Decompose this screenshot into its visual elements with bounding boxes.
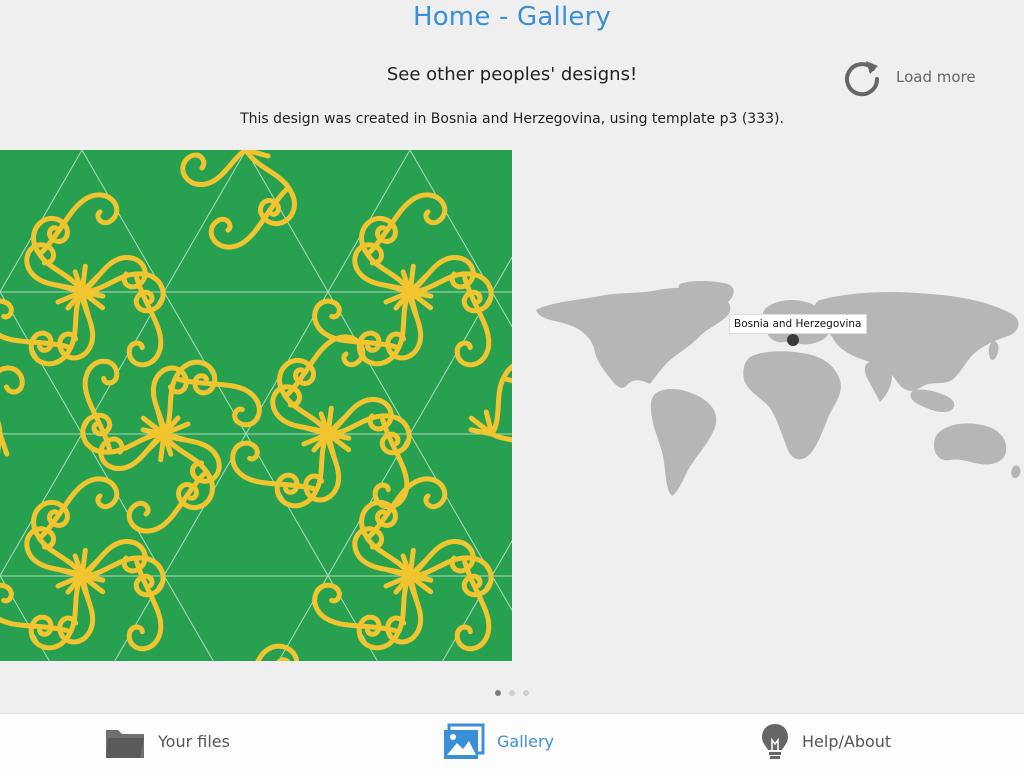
tab-label: Gallery <box>497 732 554 751</box>
design-pattern <box>0 150 512 661</box>
japan-shape <box>988 341 999 360</box>
gallery-icon <box>444 723 485 759</box>
tab-help-about[interactable]: Help/About <box>760 714 891 769</box>
tab-gallery[interactable]: Gallery <box>443 714 554 769</box>
tab-your-files[interactable]: Your files <box>104 714 230 769</box>
page-dot[interactable] <box>509 690 515 696</box>
location-marker <box>787 334 799 346</box>
load-more-label: Load more <box>896 68 976 86</box>
page-dot[interactable] <box>495 690 501 696</box>
south-america-shape <box>650 389 717 496</box>
page-indicator[interactable] <box>0 690 1024 696</box>
page-title: Home - Gallery <box>412 2 612 32</box>
new-zealand-shape <box>1011 465 1021 479</box>
map-location-label: Bosnia and Herzegovina <box>729 314 867 334</box>
africa-shape <box>743 351 841 460</box>
page-dot[interactable] <box>523 690 529 696</box>
tab-bar: Your files Gallery Help/About <box>0 713 1024 769</box>
australia-shape <box>934 423 1007 465</box>
tab-label: Help/About <box>802 732 892 751</box>
southeast-asia-shape <box>910 389 955 412</box>
design-caption: This design was created in Bosnia and He… <box>240 111 784 127</box>
design-preview[interactable] <box>0 150 512 661</box>
world-map[interactable] <box>530 280 1024 500</box>
folder-icon <box>106 729 144 758</box>
load-more-button[interactable]: Load more <box>842 57 976 97</box>
refresh-icon <box>845 61 880 97</box>
asia-shape <box>814 292 1019 391</box>
tab-label: Your files <box>158 732 230 751</box>
lightbulb-icon <box>762 723 788 759</box>
